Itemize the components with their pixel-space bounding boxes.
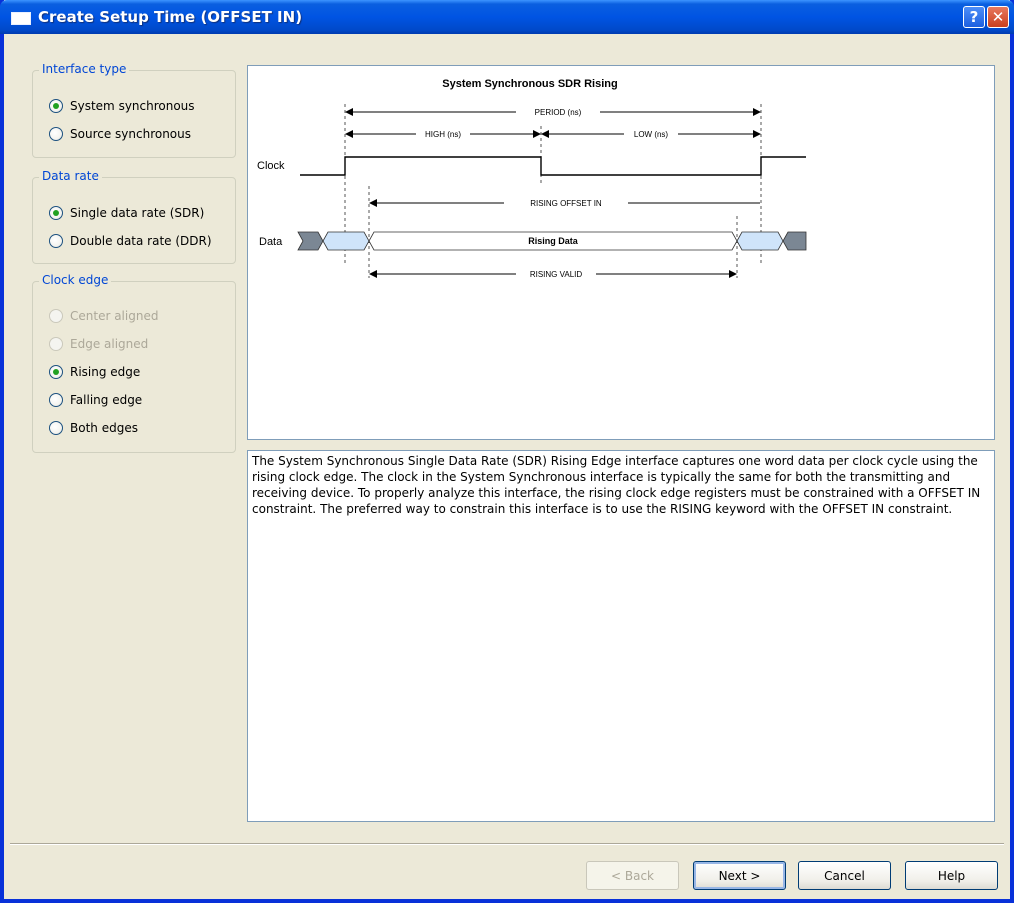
help-button[interactable]: Help [905,861,998,890]
data-uncertain-left [322,231,370,251]
radio-label: Both edges [70,421,138,435]
window-icon [11,12,31,25]
low-label: LOW (ns) [634,130,669,139]
offset-in-label: RISING OFFSET IN [530,199,602,208]
next-button[interactable]: Next > [693,861,786,890]
radio-empty-icon [49,393,63,407]
radio-label: Single data rate (SDR) [70,206,205,220]
radio-edge-aligned[interactable]: Edge aligned [49,335,148,353]
timing-diagram: System Synchronous SDR Rising PERIOD (ns… [257,78,807,279]
radio-system-synchronous[interactable]: System synchronous [49,97,195,115]
data-uncertain-right [736,231,784,251]
radio-source-synchronous[interactable]: Source synchronous [49,125,191,143]
diagram-title: System Synchronous SDR Rising [442,78,617,90]
help-icon[interactable]: ? [963,6,985,28]
back-button[interactable]: < Back [586,861,679,890]
clock-edge-group: Clock edge Center aligned Edge aligned R… [32,273,236,453]
period-label: PERIOD (ns) [535,108,582,117]
data-transition-left [297,231,324,251]
cancel-button[interactable]: Cancel [798,861,891,890]
clock-edge-label: Clock edge [39,273,112,287]
data-rate-group: Data rate Single data rate (SDR) Double … [32,169,236,264]
radio-empty-icon [49,309,63,323]
valid-label: RISING VALID [530,270,583,279]
radio-label: Double data rate (DDR) [70,234,212,248]
guide-lines [344,104,762,278]
radio-double-data-rate[interactable]: Double data rate (DDR) [49,232,212,250]
rising-data-label: Rising Data [528,236,579,246]
radio-empty-icon [49,421,63,435]
clock-waveform [300,156,806,176]
radio-empty-icon [49,127,63,141]
radio-label: Edge aligned [70,337,149,351]
radio-single-data-rate[interactable]: Single data rate (SDR) [49,204,204,222]
high-label: HIGH (ns) [425,130,461,139]
radio-rising-edge[interactable]: Rising edge [49,363,140,381]
data-rate-label: Data rate [39,169,102,183]
radio-both-edges[interactable]: Both edges [49,419,138,437]
radio-center-aligned[interactable]: Center aligned [49,307,158,325]
footer-divider [10,843,1004,845]
data-transition-right [782,231,807,251]
radio-selected-icon [49,365,63,379]
radio-label: Source synchronous [70,127,192,141]
radio-empty-icon [49,337,63,351]
description-text: The System Synchronous Single Data Rate … [247,450,995,822]
radio-empty-icon [49,234,63,248]
data-label: Data [259,236,283,248]
interface-type-label: Interface type [39,62,130,76]
timing-diagram-panel: System Synchronous SDR Rising PERIOD (ns… [247,65,995,440]
window-title: Create Setup Time (OFFSET IN) [38,8,303,26]
radio-falling-edge[interactable]: Falling edge [49,391,142,409]
radio-label: Falling edge [70,393,143,407]
radio-label: System synchronous [70,99,195,113]
radio-label: Center aligned [70,309,159,323]
radio-selected-icon [49,206,63,220]
radio-selected-icon [49,99,63,113]
clock-label: Clock [257,160,285,172]
radio-label: Rising edge [70,365,141,379]
interface-type-group: Interface type System synchronous Source… [32,62,236,158]
close-icon[interactable]: ✕ [987,6,1009,28]
title-bar: Create Setup Time (OFFSET IN) ? ✕ [0,0,1014,34]
